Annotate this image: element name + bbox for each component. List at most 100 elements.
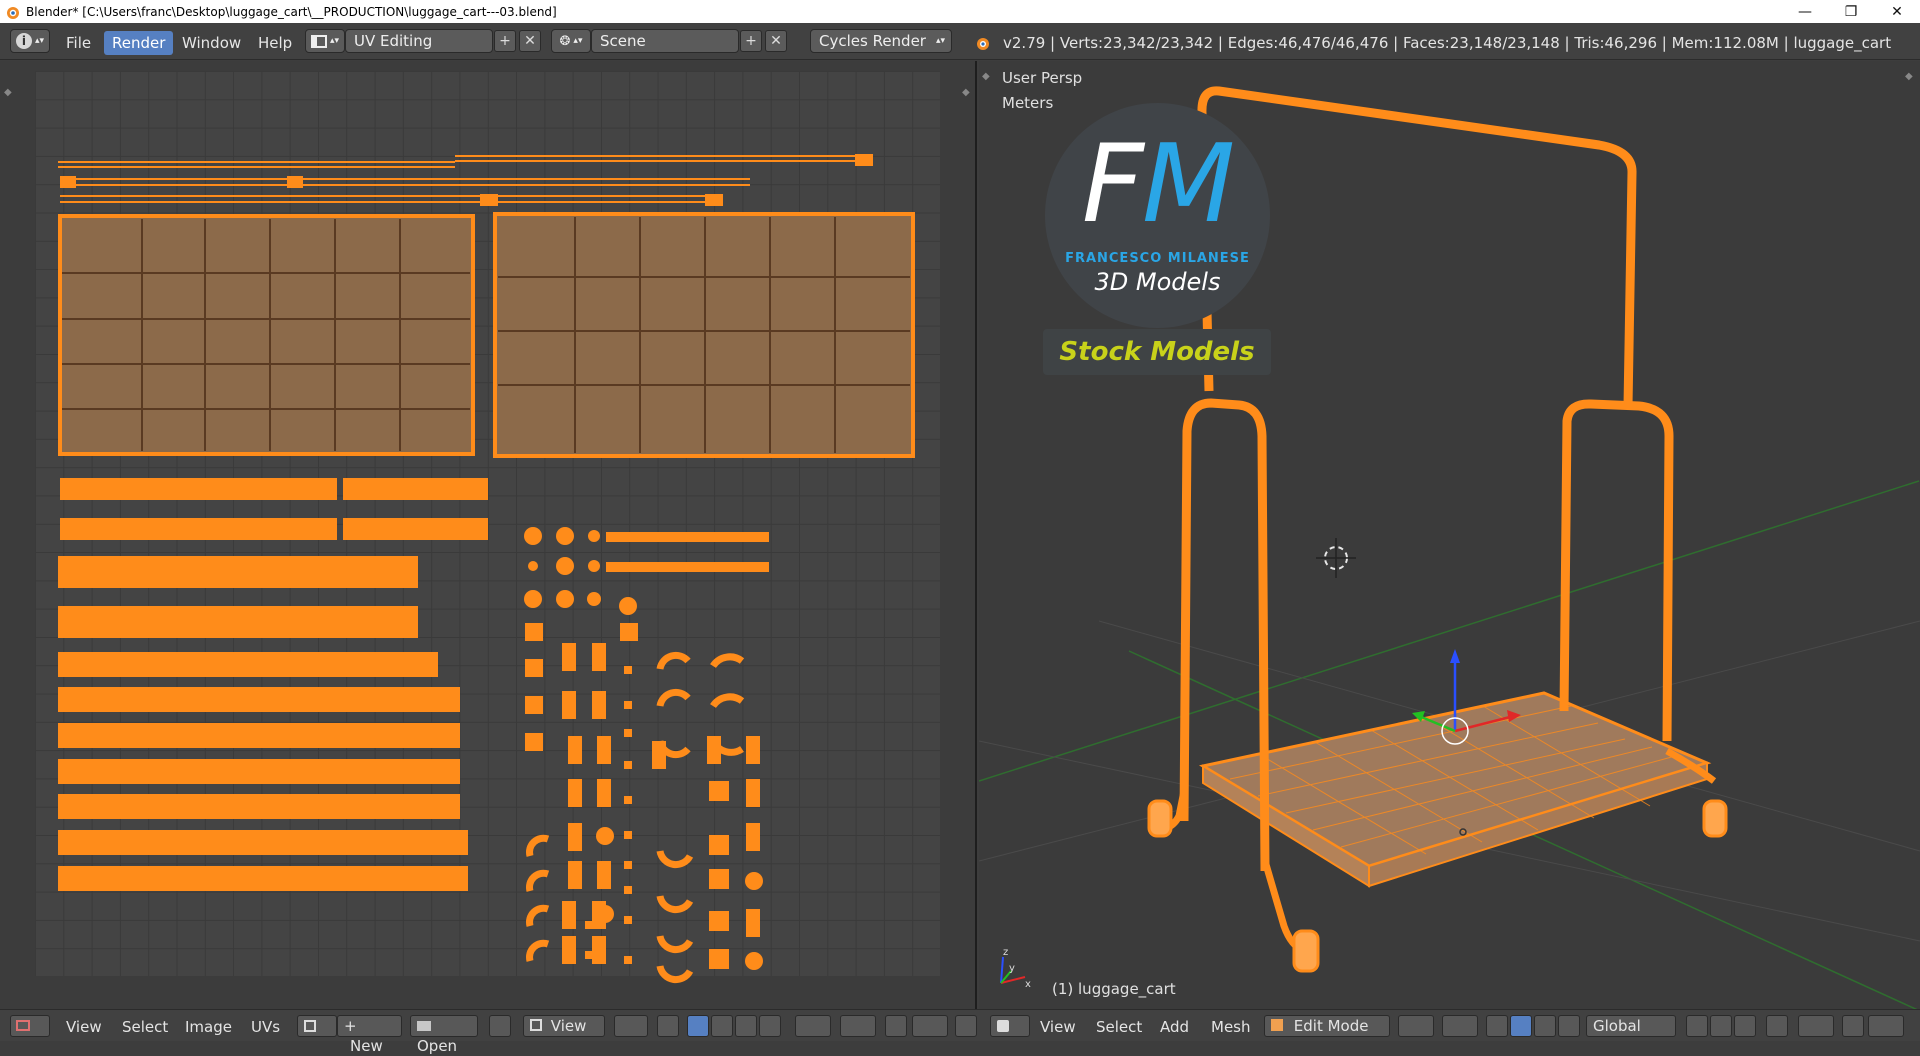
logo-letter-f: F	[1081, 122, 1144, 247]
vp-menu-mesh[interactable]: Mesh	[1211, 1018, 1251, 1036]
view-mode-dropdown[interactable]: View	[523, 1015, 605, 1037]
plus-icon: +	[344, 1017, 357, 1035]
face-select-icon[interactable]	[735, 1015, 757, 1037]
editor-type-info-button[interactable]: i ▴▾	[10, 29, 50, 53]
menu-window[interactable]: Window	[174, 31, 249, 55]
chevron-updown-icon: ▴▾	[573, 36, 583, 46]
window-titlebar: Blender* [C:\Users\franc\Desktop\luggage…	[0, 0, 1920, 23]
uv-menu-view[interactable]: View	[66, 1018, 102, 1036]
scene-icon: ❂	[559, 33, 571, 49]
logo-letter-m: M	[1141, 122, 1235, 247]
scene-picker-button[interactable]: ❂ ▴▾	[551, 29, 591, 53]
svg-text:y: y	[1009, 963, 1015, 974]
image-browse-button[interactable]	[297, 1015, 337, 1037]
layer-visibility-icon[interactable]	[1686, 1015, 1708, 1037]
pin-icon[interactable]	[489, 1015, 511, 1037]
snap-target-icon[interactable]	[1868, 1015, 1904, 1037]
proportional-editing-icon[interactable]	[1798, 1015, 1834, 1037]
blender-logo-icon	[7, 6, 19, 19]
interaction-mode-dropdown[interactable]: Edit Mode	[1264, 1015, 1390, 1037]
uv-menu-uvs[interactable]: UVs	[251, 1018, 280, 1036]
open-image-button[interactable]: Open	[410, 1015, 478, 1055]
remove-scene-button[interactable]: ✕	[765, 30, 787, 52]
manipulator-toggle-icon[interactable]	[1486, 1015, 1508, 1037]
snap-icon[interactable]	[885, 1015, 907, 1037]
rotate-manipulator-icon[interactable]	[1534, 1015, 1556, 1037]
restore-button[interactable]: ❐	[1828, 0, 1874, 23]
scene-field[interactable]: Scene	[591, 29, 739, 53]
uv-image-editor[interactable]: ◆ ◆	[0, 61, 977, 1009]
active-object-label: (1) luggage_cart	[1052, 980, 1176, 998]
uv-menu-image[interactable]: Image	[185, 1018, 232, 1036]
edge-select-icon[interactable]	[711, 1015, 733, 1037]
image-editor-icon	[16, 1020, 30, 1031]
edit-mode-icon	[1271, 1019, 1283, 1031]
scene-stats: v2.79 | Verts:23,342/23,342 | Edges:46,4…	[1003, 34, 1892, 52]
logo-tagline: 3D Models	[1094, 268, 1221, 296]
pivot-point-icon[interactable]	[1442, 1015, 1478, 1037]
vertex-mode-icon[interactable]	[1710, 1015, 1732, 1037]
add-scene-button[interactable]: +	[740, 30, 762, 52]
transform-orientation-value: Global	[1593, 1017, 1641, 1035]
menu-help[interactable]: Help	[250, 31, 300, 55]
editor-type-image-button[interactable]	[10, 1015, 50, 1037]
image-browse-icon	[304, 1020, 316, 1032]
3d-viewport[interactable]: ◆ ◆ User Persp Meters z x y FM FRANCESCO…	[979, 61, 1920, 1009]
chevron-updown-icon: ▴▾	[935, 36, 945, 46]
view-mode-label: View	[550, 1017, 587, 1035]
vp-menu-select[interactable]: Select	[1096, 1018, 1142, 1036]
layout-grid-icon	[310, 34, 327, 48]
close-button[interactable]: ✕	[1874, 0, 1920, 23]
uv-islands[interactable]	[0, 61, 977, 1009]
minimize-button[interactable]: —	[1782, 0, 1828, 23]
interaction-mode-value: Edit Mode	[1293, 1017, 1369, 1035]
open-image-label: Open	[417, 1037, 458, 1055]
chevron-updown-icon: ▴▾	[329, 36, 340, 46]
info-icon: i	[15, 33, 32, 49]
snap-toggle-icon[interactable]	[1842, 1015, 1864, 1037]
sticky-selection-icon[interactable]	[795, 1015, 831, 1037]
render-engine-dropdown[interactable]: Cycles Render ▴▾	[810, 29, 952, 53]
render-engine-value: Cycles Render	[819, 32, 926, 50]
new-image-label: New	[350, 1037, 383, 1055]
proportional-edit-icon[interactable]	[840, 1015, 876, 1037]
svg-text:z: z	[1003, 947, 1008, 958]
island-select-icon[interactable]	[759, 1015, 781, 1037]
remove-screen-button[interactable]: ✕	[519, 30, 541, 52]
blender-logo-icon	[977, 38, 989, 50]
menu-render[interactable]: Render	[104, 31, 174, 55]
sync-selection-icon[interactable]	[657, 1015, 679, 1037]
cube-icon	[997, 1020, 1009, 1032]
scale-manipulator-icon[interactable]	[1558, 1015, 1580, 1037]
snap-element-icon[interactable]	[912, 1015, 948, 1037]
menu-file[interactable]: File	[58, 31, 99, 55]
viewport-shading-icon[interactable]	[1398, 1015, 1434, 1037]
screen-layout-picker-button[interactable]: ▴▾	[305, 29, 345, 53]
editor-type-3d-button[interactable]	[990, 1015, 1030, 1037]
folder-icon	[417, 1021, 431, 1031]
axis-gizmo-icon: z x y	[1000, 947, 1031, 990]
vp-menu-add[interactable]: Add	[1160, 1018, 1189, 1036]
uv-menu-select[interactable]: Select	[122, 1018, 168, 1036]
logo-name: FRANCESCO MILANESE	[1065, 251, 1250, 266]
edge-mode-icon[interactable]	[1734, 1015, 1756, 1037]
3d-cursor-icon[interactable]	[1316, 538, 1356, 578]
view-mode-icon	[530, 1019, 542, 1031]
mask-icon[interactable]	[955, 1015, 977, 1037]
pivot-icon[interactable]	[614, 1015, 648, 1037]
transform-orientation-dropdown[interactable]: Global	[1586, 1015, 1676, 1037]
add-screen-button[interactable]: +	[494, 30, 516, 52]
chevron-updown-icon: ▴▾	[34, 36, 45, 46]
occlude-geometry-icon[interactable]	[1766, 1015, 1788, 1037]
footer-bar: View Select Image UVs + New Open View Vi…	[0, 1009, 1920, 1055]
svg-text:x: x	[1025, 979, 1031, 990]
stock-models-label: Stock Models	[1043, 329, 1271, 375]
vp-menu-view[interactable]: View	[1040, 1018, 1076, 1036]
new-image-button[interactable]: + New	[337, 1015, 402, 1055]
vertex-select-icon[interactable]	[687, 1015, 709, 1037]
fm-logo: FM FRANCESCO MILANESE 3D Models	[1045, 103, 1270, 328]
info-header: i ▴▾ File Render Window Help ▴▾ UV Editi…	[0, 23, 1920, 60]
window-title: Blender* [C:\Users\franc\Desktop\luggage…	[26, 4, 557, 19]
translate-manipulator-icon[interactable]	[1510, 1015, 1532, 1037]
screen-layout-field[interactable]: UV Editing	[345, 29, 493, 53]
